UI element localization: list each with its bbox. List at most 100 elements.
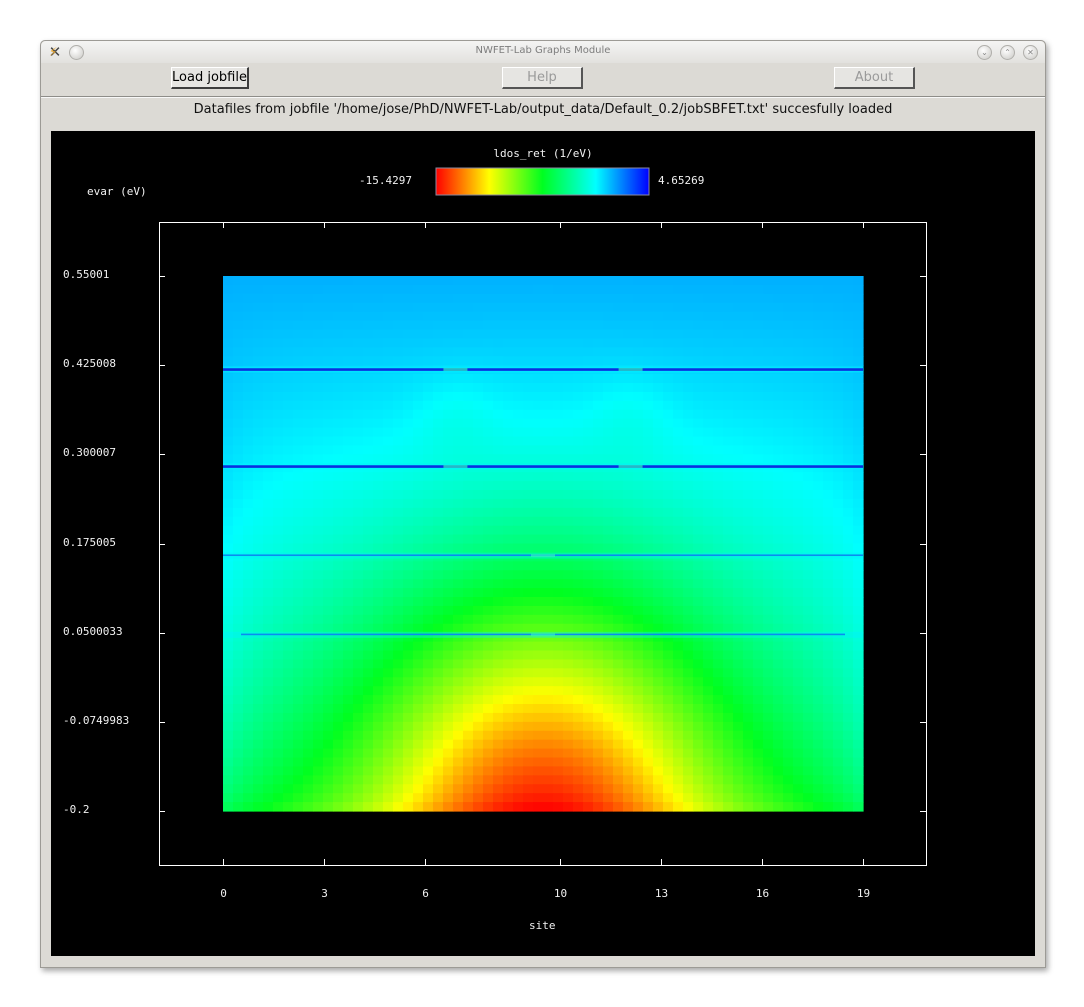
minimize-button[interactable]: ⌄ <box>977 45 992 60</box>
heatmap-cell <box>283 721 294 732</box>
heatmap-cell <box>583 320 594 331</box>
heatmap-cell <box>533 338 544 348</box>
heatmap-cell <box>333 338 344 348</box>
heatmap-cell <box>813 311 824 322</box>
heatmap-cell <box>623 472 634 482</box>
heatmap-cell <box>793 498 804 509</box>
heatmap-cell <box>413 668 424 678</box>
title-bar[interactable]: ⚡ ✕ NWFET-Lab Graphs Module ⌄ ⌃ ✕ <box>41 41 1045 63</box>
heatmap-cell <box>383 525 394 536</box>
heatmap-cell <box>223 481 234 491</box>
heatmap-cell <box>833 775 844 785</box>
heatmap-cell <box>743 641 754 652</box>
heatmap-cell <box>363 597 374 607</box>
heatmap-cell <box>383 498 394 509</box>
heatmap-cell <box>383 739 394 750</box>
heatmap-cell <box>693 320 704 331</box>
heatmap-cell <box>263 802 274 812</box>
heatmap-cell <box>623 498 634 509</box>
heatmap-cell <box>593 311 604 322</box>
resonance-band-dip <box>531 554 555 558</box>
heatmap-cell <box>563 472 574 482</box>
resonance-band-dip <box>618 464 643 468</box>
heatmap-cell <box>413 650 424 661</box>
heatmap-cell <box>453 472 464 482</box>
heatmap-cell <box>593 677 604 687</box>
heatmap-cell <box>623 293 634 304</box>
heatmap-cell <box>693 293 704 304</box>
heatmap-cell <box>263 704 274 714</box>
heatmap-cell <box>223 712 234 723</box>
heatmap-cell <box>273 570 284 580</box>
heatmap-cell <box>413 605 424 616</box>
close-button[interactable]: ✕ <box>1023 45 1038 60</box>
heatmap-cell <box>493 311 504 322</box>
heatmap-cell <box>853 383 864 393</box>
heatmap-cell <box>643 686 654 696</box>
resize-grip[interactable] <box>1043 496 1046 510</box>
heatmap-cell <box>283 757 294 768</box>
heatmap-cell <box>563 374 574 384</box>
heatmap-cell <box>573 302 584 313</box>
heatmap-cell <box>453 534 464 545</box>
heatmap-cell <box>233 543 244 554</box>
heatmap-cell <box>333 659 344 669</box>
heatmap-cell <box>803 418 814 429</box>
heatmap-cell <box>263 650 274 661</box>
heatmap-cell <box>463 445 474 455</box>
heatmap-cell <box>653 650 664 661</box>
heatmap-cell <box>423 534 434 545</box>
heatmap-cell <box>483 534 494 545</box>
help-button[interactable]: Help <box>502 67 583 89</box>
heatmap-cell <box>593 383 604 393</box>
heatmap-cell <box>593 507 604 518</box>
heatmap-cell <box>733 311 744 322</box>
load-jobfile-button[interactable]: Load jobfile <box>171 67 249 89</box>
heatmap-cell <box>233 418 244 429</box>
heatmap-cell <box>323 641 334 652</box>
heatmap-cell <box>223 427 234 438</box>
heatmap-cell <box>773 730 784 741</box>
heatmap-cell <box>603 614 614 625</box>
heatmap-cell <box>783 802 794 812</box>
heatmap-cell <box>513 730 524 741</box>
heatmap-cell <box>603 436 614 447</box>
heatmap-cell <box>693 668 704 678</box>
heatmap-cell <box>463 498 474 509</box>
heatmap-cell <box>383 302 394 313</box>
heatmap-cell <box>603 481 614 491</box>
heatmap-cell <box>433 284 444 295</box>
heatmap-cell <box>743 498 754 509</box>
heatmap-cell <box>363 579 374 589</box>
about-button[interactable]: About <box>834 67 915 89</box>
heatmap-cell <box>713 695 724 705</box>
heatmap-cell <box>413 561 424 571</box>
heatmap-cell <box>503 302 514 313</box>
heatmap-cell <box>613 597 624 607</box>
heatmap-cell <box>553 454 564 464</box>
heatmap-cell <box>523 534 534 545</box>
heatmap-cell <box>493 320 504 331</box>
heatmap-cell <box>233 739 244 750</box>
heatmap-cell <box>233 605 244 616</box>
maximize-button[interactable]: ⌃ <box>1000 45 1015 60</box>
heatmap-cell <box>463 516 474 527</box>
heatmap-cell <box>543 311 554 322</box>
heatmap-cell <box>273 757 284 768</box>
heatmap-cell <box>753 579 764 589</box>
heatmap-cell <box>843 391 854 402</box>
heatmap-cell <box>603 534 614 545</box>
heatmap-cell <box>543 739 554 750</box>
heatmap-cell <box>433 793 444 803</box>
heatmap-cell <box>303 739 314 750</box>
heatmap-cell <box>543 383 554 393</box>
heatmap-cell <box>473 712 484 723</box>
heatmap-cell <box>673 516 684 527</box>
heatmap-cell <box>443 650 454 661</box>
heatmap-cell <box>783 704 794 714</box>
heatmap-cell <box>373 525 384 536</box>
heatmap-cell <box>603 543 614 554</box>
heatmap-cell <box>563 347 574 357</box>
heatmap-cell <box>473 793 484 803</box>
heatmap-cell <box>443 481 454 491</box>
